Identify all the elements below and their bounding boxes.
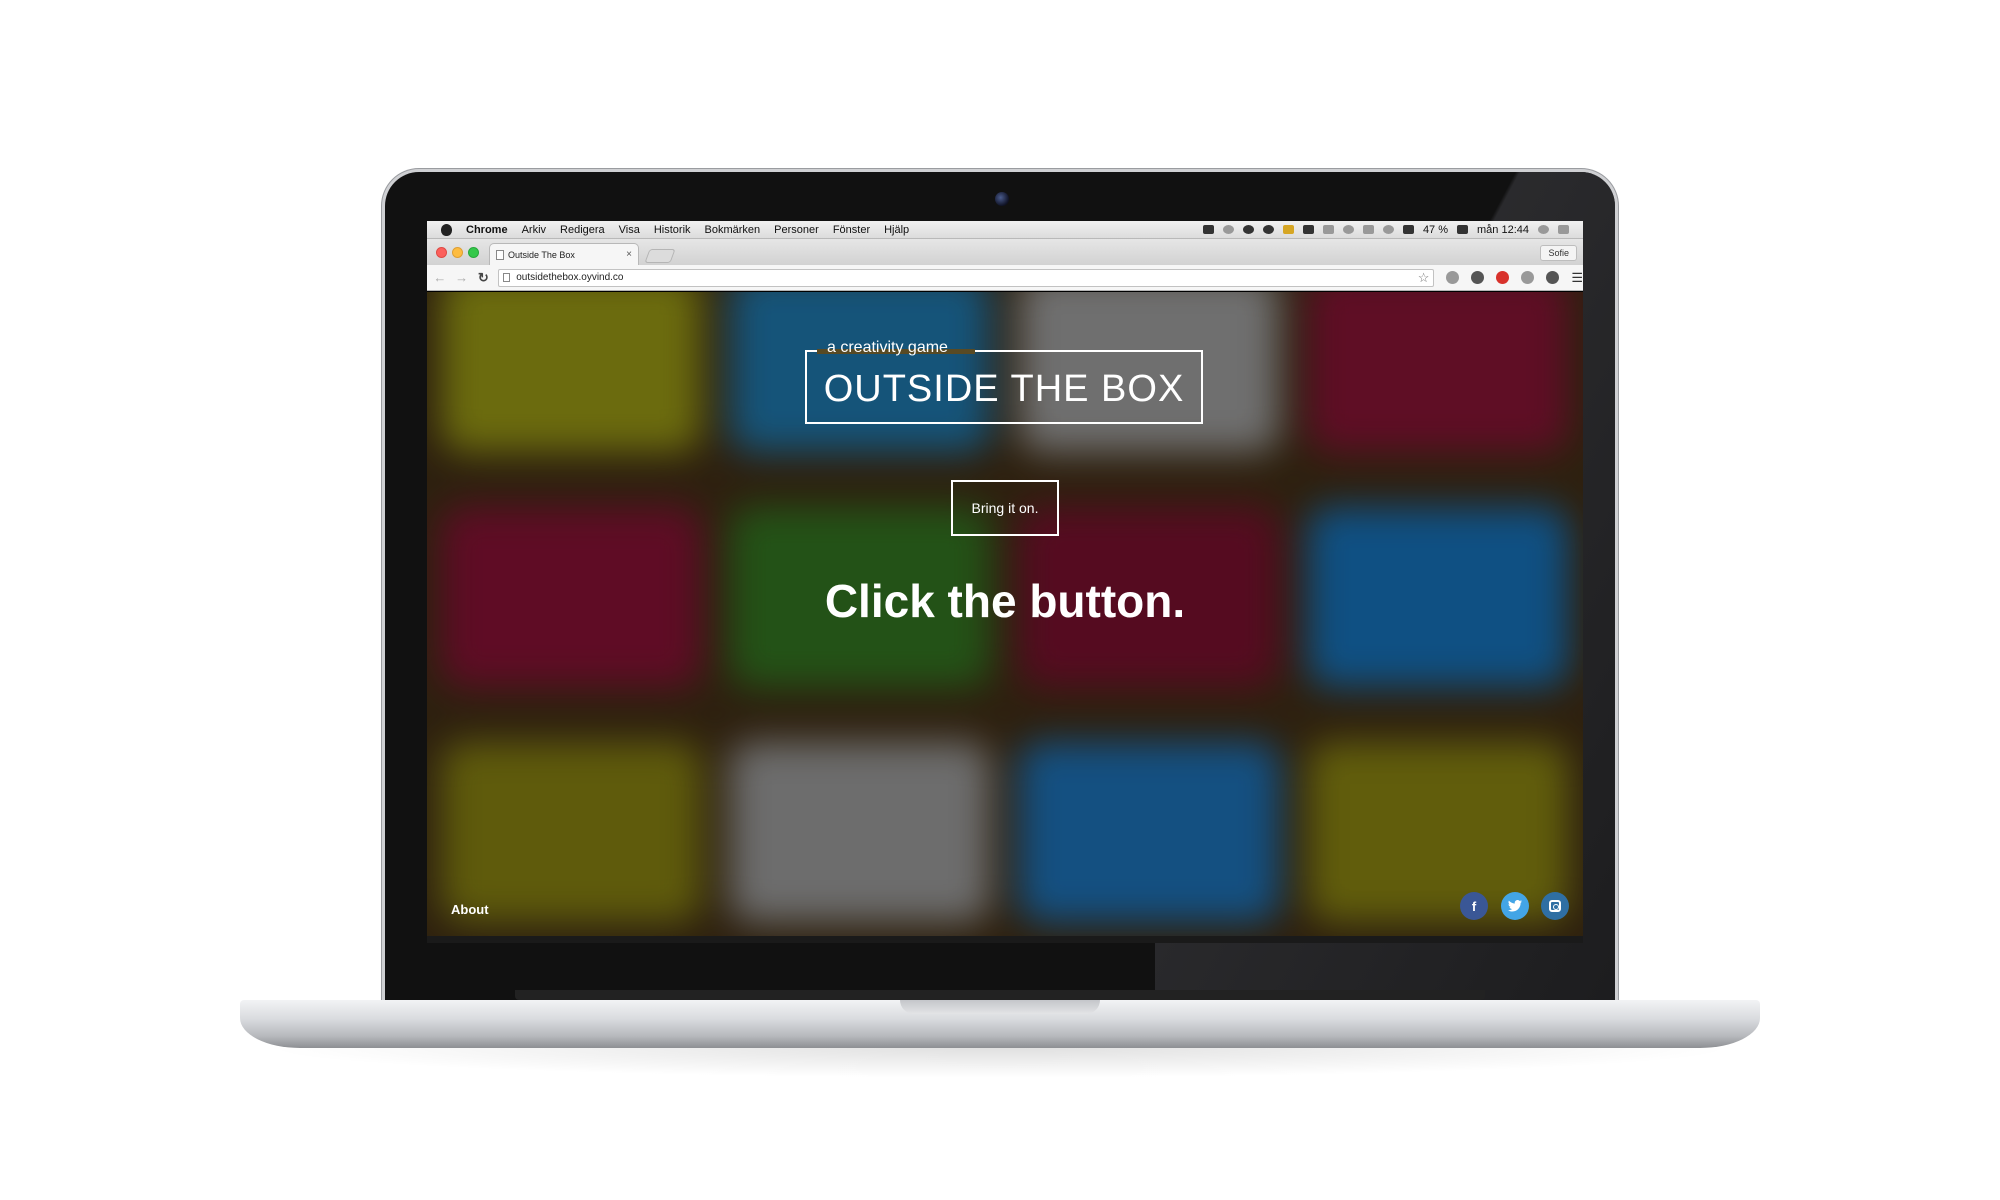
extension-gear-icon[interactable] <box>1471 271 1485 284</box>
menu-visa[interactable]: Visa <box>619 224 640 236</box>
menu-historik[interactable]: Historik <box>654 224 691 236</box>
page-icon <box>496 249 504 260</box>
menu-arkiv[interactable]: Arkiv <box>522 224 546 236</box>
minimize-window-icon[interactable] <box>452 247 463 258</box>
display-icon[interactable] <box>1322 225 1334 234</box>
macos-menubar: Chrome Arkiv Redigera Visa Historik Bokm… <box>427 221 1583 239</box>
profile-button[interactable]: Sofie <box>1540 245 1577 261</box>
tab-outside-the-box[interactable]: Outside The Box × <box>489 243 639 265</box>
screen: Chrome Arkiv Redigera Visa Historik Bokm… <box>427 221 1583 943</box>
chrome-menu-icon[interactable]: ☰ <box>1571 270 1583 286</box>
bookmark-star-icon[interactable]: ☆ <box>1418 270 1430 286</box>
message-icon[interactable] <box>1282 225 1294 234</box>
address-bar[interactable]: outsidethebox.oyvind.co ☆ <box>498 268 1435 287</box>
clock[interactable]: mån 12:44 <box>1477 224 1529 236</box>
menu-fonster[interactable]: Fönster <box>833 224 870 236</box>
new-tab-button[interactable] <box>644 249 676 263</box>
wifi-icon[interactable] <box>1382 225 1394 234</box>
sync-icon[interactable] <box>1262 225 1274 234</box>
logo: a creativity game OUTSIDE THE BOX <box>805 339 1203 424</box>
tab-title: Outside The Box <box>508 249 575 260</box>
hat-icon[interactable] <box>1242 225 1254 234</box>
drive-icon[interactable] <box>1302 225 1314 234</box>
menu-app-name[interactable]: Chrome <box>466 224 508 236</box>
base-shadow <box>260 1048 1740 1078</box>
bluetooth-icon[interactable] <box>1362 225 1374 234</box>
close-tab-icon[interactable]: × <box>626 249 632 260</box>
notification-center-icon[interactable] <box>1558 225 1569 234</box>
logo-title: OUTSIDE THE BOX <box>823 368 1185 410</box>
bezel-bottom <box>515 990 1485 1000</box>
about-link[interactable]: About <box>451 902 489 917</box>
spotlight-search-icon[interactable] <box>1538 225 1549 234</box>
close-window-icon[interactable] <box>436 247 447 258</box>
bring-it-on-button[interactable]: Bring it on. <box>951 480 1059 536</box>
instagram-icon[interactable] <box>1541 892 1569 920</box>
facebook-icon[interactable]: f <box>1460 892 1488 920</box>
extension-clock-icon[interactable] <box>1546 271 1560 284</box>
status-tray: 47 % mån 12:44 <box>1202 223 1569 236</box>
logo-tagline: a creativity game <box>827 339 948 356</box>
tab-strip: Outside The Box × Sofie <box>427 239 1583 265</box>
menu-personer[interactable]: Personer <box>774 224 819 236</box>
browser-toolbar: ← → ↻ outsidethebox.oyvind.co ☆ ☰ <box>427 265 1583 291</box>
url-text[interactable]: outsidethebox.oyvind.co <box>516 272 623 283</box>
base-notch <box>900 1000 1100 1014</box>
battery-percent: 47 % <box>1422 223 1449 236</box>
menu-hjalp[interactable]: Hjälp <box>884 224 909 236</box>
zoom-window-icon[interactable] <box>468 247 479 258</box>
tray-app-icon[interactable] <box>1202 225 1214 234</box>
volume-icon[interactable] <box>1402 225 1414 234</box>
apple-icon[interactable] <box>441 223 452 236</box>
camera-icon <box>995 192 1009 206</box>
extension-icons: ☰ <box>1446 270 1583 286</box>
page-icon <box>503 273 511 282</box>
laptop-base <box>240 1000 1760 1048</box>
twitter-icon[interactable] <box>1501 892 1529 920</box>
extension-hand-icon[interactable] <box>1446 271 1460 284</box>
menu-bokmarken[interactable]: Bokmärken <box>705 224 761 236</box>
battery-icon[interactable] <box>1457 225 1469 234</box>
time-machine-icon[interactable] <box>1342 225 1354 234</box>
headline: Click the button. <box>824 575 1186 627</box>
web-page: a creativity game OUTSIDE THE BOX Bring … <box>427 292 1583 936</box>
screen-bottom-edge <box>427 936 1583 943</box>
back-arrow-icon[interactable]: ← <box>431 270 449 285</box>
forward-arrow-icon[interactable]: → <box>453 270 471 285</box>
extension-opera-icon[interactable] <box>1496 271 1510 284</box>
bell-icon[interactable] <box>1222 225 1234 234</box>
menu-redigera[interactable]: Redigera <box>560 224 605 236</box>
extension-rocket-icon[interactable] <box>1521 271 1535 284</box>
reload-icon[interactable]: ↻ <box>474 270 492 286</box>
